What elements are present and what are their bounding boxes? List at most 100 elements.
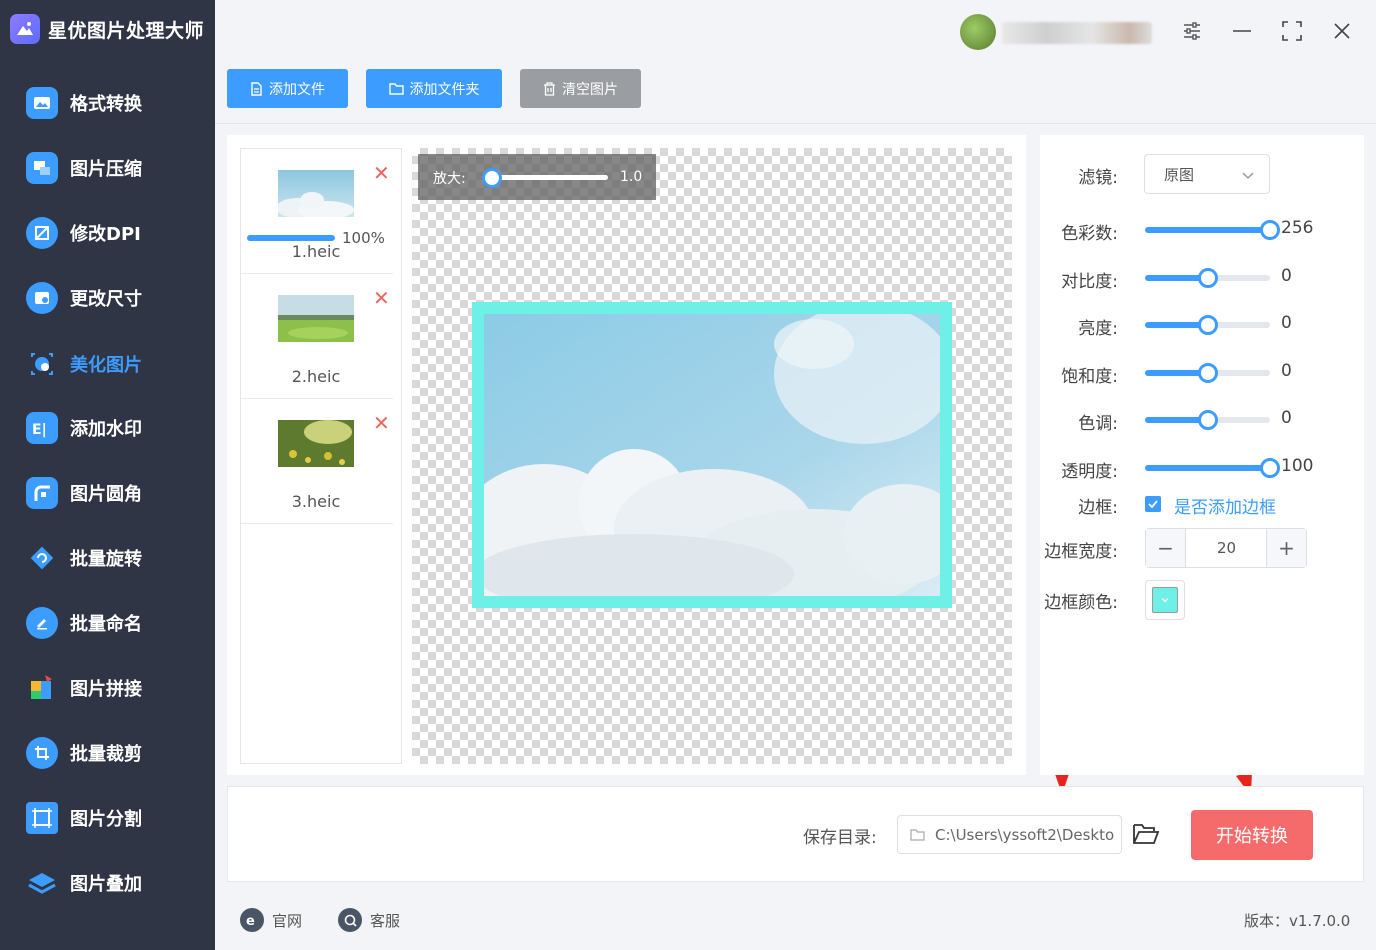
slider-thumb[interactable]: [1260, 458, 1280, 478]
border-width-label: 边框宽度:: [1044, 542, 1118, 562]
border-color-picker[interactable]: [1145, 580, 1185, 620]
list-item[interactable]: ✕ 3.heic: [241, 399, 393, 524]
zoom-control: 放大: 1.0: [418, 154, 656, 200]
sidebar-item-rotate[interactable]: 批量旋转: [0, 533, 215, 583]
sidebar-item-label: 图片分割: [70, 809, 142, 830]
sidebar-item-watermark[interactable]: E| 添加水印: [0, 403, 215, 453]
sidebar-item-rename[interactable]: 批量命名: [0, 598, 215, 648]
add-folder-label: 添加文件夹: [409, 81, 480, 98]
remove-file-icon[interactable]: ✕: [373, 413, 390, 433]
official-website-link[interactable]: e 官网: [240, 907, 302, 933]
sidebar-item-label: 格式转换: [70, 94, 142, 115]
app-brand: 星优图片处理大师: [10, 12, 204, 46]
chevron-down-icon: [1242, 172, 1254, 180]
chevron-down-icon: [1161, 598, 1169, 603]
brightness-label: 亮度:: [1078, 319, 1118, 339]
border-color-label: 边框颜色:: [1044, 593, 1118, 613]
browser-icon: e: [240, 908, 264, 932]
color-count-slider[interactable]: [1145, 220, 1280, 240]
sidebar-item-label: 添加水印: [70, 419, 142, 440]
sidebar-item-split[interactable]: 图片分割: [0, 793, 215, 843]
border-checkbox[interactable]: [1145, 496, 1161, 512]
rename-icon: [26, 607, 58, 639]
folder-icon: [388, 83, 404, 95]
remove-file-icon[interactable]: ✕: [373, 288, 390, 308]
contrast-value: 0: [1281, 266, 1292, 286]
save-directory-label: 保存目录:: [803, 828, 877, 848]
watermark-icon: E|: [26, 412, 58, 444]
svg-text:E|: E|: [32, 422, 47, 438]
slider-thumb[interactable]: [1197, 268, 1218, 288]
preview-image-border: [454, 302, 964, 624]
resize-icon: [26, 282, 58, 314]
border-checkbox-label[interactable]: 是否添加边框: [1174, 493, 1276, 518]
progress-bar: [247, 235, 335, 241]
minimize-icon[interactable]: [1227, 16, 1257, 46]
border-label: 边框:: [1078, 498, 1118, 518]
slider-thumb[interactable]: [1260, 220, 1280, 240]
increment-button[interactable]: +: [1266, 529, 1306, 567]
clear-images-button[interactable]: 清空图片: [520, 69, 641, 108]
sidebar-item-label: 更改尺寸: [70, 289, 142, 310]
file-list: ✕ 100% 1.heic ✕ 2.heic ✕ 3.heic: [240, 148, 402, 764]
sidebar-item-label: 图片拼接: [70, 679, 142, 700]
brightness-value: 0: [1281, 313, 1292, 333]
dpi-icon: [26, 217, 58, 249]
opacity-slider[interactable]: [1145, 458, 1280, 478]
open-folder-icon[interactable]: [1132, 821, 1162, 849]
brightness-slider[interactable]: [1145, 315, 1270, 335]
slider-thumb[interactable]: [1197, 363, 1218, 383]
start-convert-button[interactable]: 开始转换: [1191, 810, 1313, 860]
color-count-value: 256: [1281, 218, 1314, 238]
contrast-slider[interactable]: [1145, 268, 1270, 288]
version-text: 版本：v1.7.0.0: [1244, 912, 1351, 930]
sidebar: 星优图片处理大师 格式转换 图片压缩 修改DPI 更改尺寸 美化图片 E| 添加…: [0, 0, 215, 950]
sidebar-item-rounded-corner[interactable]: 图片圆角: [0, 468, 215, 518]
decrement-button[interactable]: −: [1146, 529, 1186, 567]
hue-label: 色调:: [1078, 414, 1118, 434]
filter-select[interactable]: 原图: [1144, 154, 1270, 194]
saturation-slider[interactable]: [1145, 363, 1270, 383]
sidebar-item-dpi[interactable]: 修改DPI: [0, 208, 215, 258]
border-width-input[interactable]: 20: [1187, 529, 1266, 567]
sidebar-item-puzzle[interactable]: 图片拼接: [0, 663, 215, 713]
sidebar-item-format-convert[interactable]: 格式转换: [0, 78, 215, 128]
slider-thumb[interactable]: [1197, 315, 1218, 335]
sidebar-item-label: 图片叠加: [70, 874, 142, 895]
sidebar-item-label: 批量命名: [70, 614, 142, 635]
sidebar-item-compress[interactable]: 图片压缩: [0, 143, 215, 193]
slider-thumb[interactable]: [1197, 410, 1218, 430]
remove-file-icon[interactable]: ✕: [373, 163, 390, 183]
file-icon: [251, 81, 262, 96]
settings-sliders-icon[interactable]: [1177, 16, 1207, 46]
add-file-button[interactable]: 添加文件: [227, 69, 348, 108]
sidebar-item-resize[interactable]: 更改尺寸: [0, 273, 215, 323]
maximize-icon[interactable]: [1277, 16, 1307, 46]
add-file-label: 添加文件: [269, 81, 325, 98]
rotate-icon: [26, 542, 58, 574]
hue-slider[interactable]: [1145, 410, 1270, 430]
puzzle-icon: [26, 672, 58, 704]
zoom-slider[interactable]: [484, 175, 608, 180]
app-title: 星优图片处理大师: [48, 19, 205, 42]
list-item[interactable]: ✕ 100% 1.heic: [241, 149, 393, 274]
sidebar-item-crop[interactable]: 批量裁剪: [0, 728, 215, 778]
border-width-stepper: − 20 +: [1145, 528, 1307, 568]
list-item[interactable]: ✕ 2.heic: [241, 274, 393, 399]
filter-select-value: 原图: [1164, 165, 1195, 184]
sidebar-item-label: 批量裁剪: [70, 744, 142, 765]
opacity-value: 100: [1281, 456, 1314, 476]
avatar[interactable]: [960, 14, 996, 50]
beautify-icon: [26, 348, 58, 380]
zoom-slider-thumb[interactable]: [482, 168, 502, 188]
customer-service-link[interactable]: 客服: [338, 907, 400, 933]
file-thumbnail: [278, 170, 354, 217]
sidebar-item-beautify[interactable]: 美化图片: [0, 339, 215, 389]
add-folder-button[interactable]: 添加文件夹: [366, 69, 502, 108]
close-icon[interactable]: [1327, 16, 1357, 46]
slider-fill: [1145, 227, 1270, 233]
save-path-input[interactable]: C:\Users\yssoft2\Deskto: [897, 815, 1122, 854]
sidebar-item-layers[interactable]: 图片叠加: [0, 858, 215, 908]
crop-icon: [26, 737, 58, 769]
app-logo-icon: [10, 14, 40, 44]
